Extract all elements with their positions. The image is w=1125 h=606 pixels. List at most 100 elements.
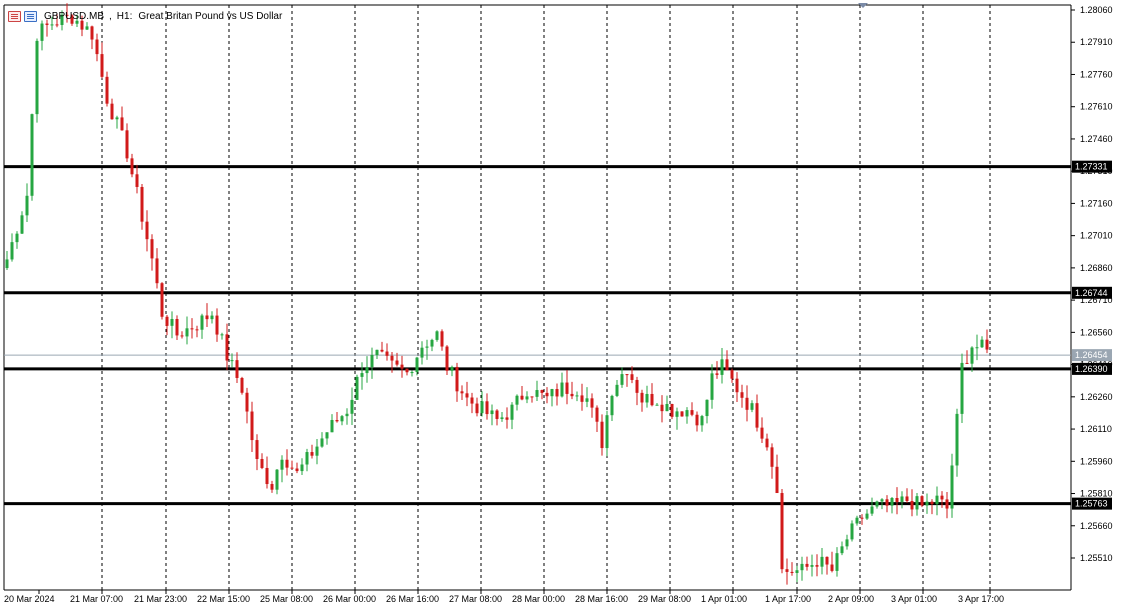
price-tick-label: 1.26860 [1080,263,1113,273]
bullish-candle [375,349,379,355]
bullish-candle [575,395,579,397]
symbol-label: GBPUSD.MB [44,10,105,22]
bullish-candle [615,384,619,396]
bullish-candle [115,117,119,120]
bullish-candle [935,495,939,504]
bearish-candle [755,403,759,428]
bullish-candle [705,399,709,417]
bearish-candle [270,484,274,490]
bullish-candle [855,517,859,524]
bearish-candle [145,221,149,240]
bearish-candle [105,76,109,104]
bearish-candle [110,103,114,120]
level-price-tag-label: 1.26744 [1075,288,1108,298]
price-chart[interactable]: 1.28060 1.27910 1.27760 1.27610 1.27460 1.273… [0,0,1125,606]
bearish-candle [395,360,399,365]
bullish-candle [420,347,424,358]
bullish-candle [865,513,869,519]
symbol-description: Great Britan Pound vs US Dollar [138,10,283,22]
price-tick-label: 1.25960 [1080,456,1113,466]
price-tick-label: 1.27910 [1080,37,1113,47]
bearish-candle [765,438,769,448]
bullish-candle [840,546,844,554]
bullish-candle [230,360,234,362]
chart-window[interactable]: 1.28060 1.27910 1.27760 1.27610 1.27460 1.273… [0,0,1125,606]
bearish-candle [405,368,409,373]
bullish-candle [5,259,9,269]
bearish-candle [250,411,254,441]
bullish-candle [795,570,799,574]
bearish-candle [445,346,449,371]
bearish-candle [570,393,574,397]
bearish-candle [830,564,834,571]
bearish-candle [805,563,809,567]
bullish-candle [85,26,89,30]
bearish-candle [940,495,944,500]
bearish-candle [440,331,444,347]
current-price-tag-label: 1.26454 [1075,350,1108,360]
bullish-candle [425,346,429,348]
price-tick-label: 1.27760 [1080,69,1113,79]
chart-header: GBPUSD.MB, H1: Great Britan Pound vs US … [8,8,282,24]
symbol-properties-icon[interactable] [24,10,37,22]
bearish-candle [150,239,154,259]
bullish-candle [980,339,984,348]
bearish-candle [385,351,389,356]
bullish-candle [890,498,894,506]
bullish-candle [720,359,724,375]
bullish-candle [845,539,849,547]
bearish-candle [920,496,924,506]
bearish-candle [530,396,534,398]
bullish-candle [955,413,959,466]
bearish-candle [290,467,294,469]
bullish-candle [340,416,344,422]
bearish-candle [725,359,729,371]
bullish-candle [360,373,364,377]
bearish-candle [715,373,719,375]
bearish-candle [205,315,209,320]
bullish-candle [645,393,649,403]
bullish-candle [900,496,904,502]
bullish-candle [410,372,414,374]
bearish-candle [160,283,164,317]
chart-window-icon[interactable] [8,10,21,22]
bearish-candle [460,391,464,394]
bullish-candle [370,354,374,368]
bearish-candle [600,421,604,449]
bearish-candle [335,420,339,422]
bearish-candle [775,466,779,494]
bearish-candle [545,392,549,397]
bearish-candle [400,364,404,369]
bearish-candle [660,404,664,412]
price-tick-label: 1.26260 [1080,392,1113,402]
bullish-candle [330,420,334,433]
bearish-candle [235,360,239,378]
bullish-candle [50,24,54,26]
bearish-candle [240,377,244,393]
bearish-candle [95,39,99,55]
bearish-candle [735,378,739,393]
bearish-candle [895,498,899,502]
price-tick-label: 1.25510 [1080,553,1113,563]
bullish-candle [355,376,359,400]
bullish-candle [280,459,284,470]
bearish-candle [635,379,639,393]
bearish-candle [680,411,684,417]
time-label: 1 Apr 17:00 [765,594,811,604]
bullish-candle [435,331,439,340]
bullish-candle [610,395,614,416]
bearish-candle [885,499,889,506]
bearish-candle [580,395,584,402]
time-label: 21 Mar 23:00 [134,594,187,604]
price-tick-label: 1.25660 [1080,521,1113,531]
bearish-candle [910,501,914,510]
bearish-candle [815,565,819,567]
time-label: 29 Mar 08:00 [638,594,691,604]
bearish-candle [380,349,384,352]
chart-shift-marker-icon[interactable] [858,3,868,8]
bearish-candle [770,447,774,467]
time-label: 20 Mar 2024 [4,594,55,604]
bearish-candle [260,458,264,468]
bullish-candle [365,367,369,374]
time-label: 28 Mar 00:00 [512,594,565,604]
